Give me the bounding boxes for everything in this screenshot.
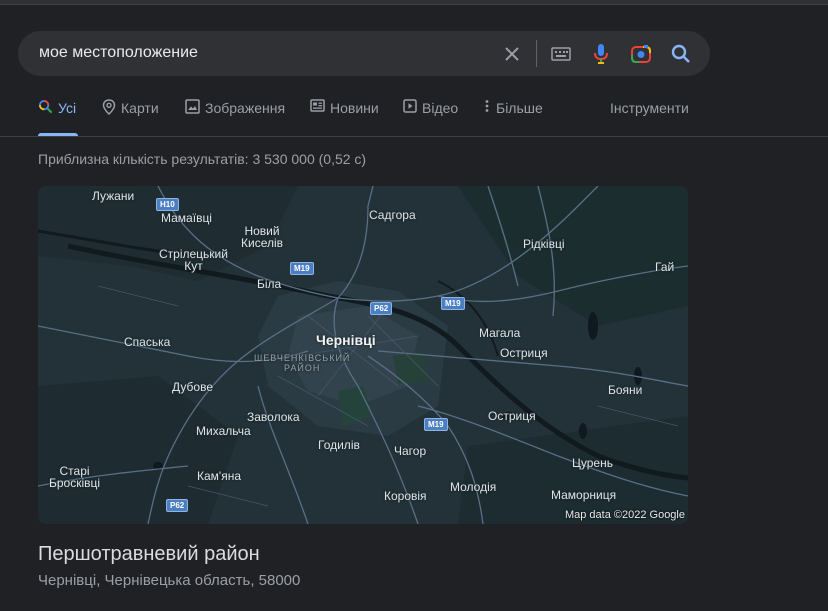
map-label: Стрілецький Кут	[159, 247, 228, 273]
map-label: Дубове	[172, 380, 213, 394]
map-label: Коровія	[384, 489, 427, 503]
tab-news[interactable]: Новини	[310, 99, 379, 136]
search-submit-icon[interactable]	[669, 42, 693, 66]
tab-all[interactable]: Усі	[38, 99, 78, 136]
road-shield-m19: M19	[290, 262, 314, 275]
map-label: Садгора	[369, 208, 416, 222]
search-icon	[38, 99, 53, 114]
road-shield-p62: P62	[166, 499, 189, 512]
top-bar-divider	[0, 4, 828, 5]
map-background	[38, 186, 688, 524]
search-tabs: Усі Карти Зображення Новини Відео Більше…	[0, 99, 828, 136]
road-shield-m19: M19	[424, 418, 448, 431]
tab-images[interactable]: Зображення	[185, 99, 286, 136]
result-stats: Приблизна кількість результатів: 3 530 0…	[38, 151, 367, 167]
map-label: Остриця	[500, 346, 548, 360]
map-label: Магала	[479, 326, 521, 340]
tab-maps-label: Карти	[121, 100, 159, 116]
image-icon	[185, 99, 200, 114]
more-vert-icon	[485, 100, 489, 112]
place-address: Чернівці, Чернівецька область, 58000	[38, 572, 301, 589]
map-label: Бояни	[608, 383, 643, 397]
search-divider	[536, 40, 537, 67]
tab-maps[interactable]: Карти	[102, 99, 159, 136]
map-label: Новий Киселів	[241, 224, 284, 250]
tabs-divider	[0, 136, 828, 137]
map-label: Годилів	[318, 438, 360, 452]
tab-more[interactable]: Більше	[483, 100, 543, 136]
tab-all-label: Усі	[58, 100, 77, 116]
news-icon	[310, 99, 325, 112]
map-preview[interactable]: H10 M19 P62 M19 M19 P62 Лужани Мамаївці …	[38, 186, 688, 524]
keyboard-icon[interactable]	[549, 42, 573, 66]
map-label: Біла	[257, 277, 282, 291]
video-icon	[403, 99, 417, 113]
road-shield-p62: P62	[370, 302, 393, 315]
tab-images-label: Зображення	[205, 100, 286, 116]
map-label: Мамаївці	[161, 211, 212, 225]
map-label: Остриця	[488, 409, 536, 423]
map-label: Маморниця	[551, 488, 617, 502]
search-input[interactable]: мое местоположение	[39, 44, 198, 62]
tools-label: Інструменти	[610, 100, 689, 116]
road-shield-m19: M19	[441, 297, 465, 310]
map-label: Рідківці	[523, 237, 565, 251]
map-label: Заволока	[247, 410, 300, 424]
map-label: Михальча	[196, 424, 251, 438]
map-pin-icon	[102, 99, 116, 115]
map-label-district: ШЕВЧЕНКІВСЬКИЙ РАЙОН	[254, 353, 351, 373]
map-label-city: Чернівці	[316, 332, 376, 348]
tab-video-label: Відео	[422, 100, 459, 116]
tools-button[interactable]: Інструменти	[610, 100, 689, 136]
map-label: Спаська	[124, 335, 171, 349]
camera-lens-icon[interactable]	[629, 42, 653, 66]
search-box[interactable]: мое местоположение	[18, 31, 710, 76]
map-label: Цурень	[572, 456, 613, 470]
tab-news-label: Новини	[330, 100, 379, 116]
map-label: Гай	[655, 260, 675, 274]
map-label: Молодія	[450, 480, 497, 494]
tab-video[interactable]: Відео	[403, 99, 459, 136]
map-credit: Map data ©2022 Google	[564, 509, 685, 521]
map-label: Лужани	[92, 189, 135, 203]
map-label: Чагор	[394, 444, 427, 458]
microphone-icon[interactable]	[589, 42, 613, 66]
tab-more-label: Більше	[496, 100, 543, 116]
map-label: Кам'яна	[197, 469, 242, 483]
clear-icon[interactable]	[500, 42, 524, 66]
road-shield-h10: H10	[156, 198, 179, 211]
map-label: Старі Бросківці	[49, 464, 101, 490]
place-title[interactable]: Першотравневий район	[38, 543, 260, 566]
